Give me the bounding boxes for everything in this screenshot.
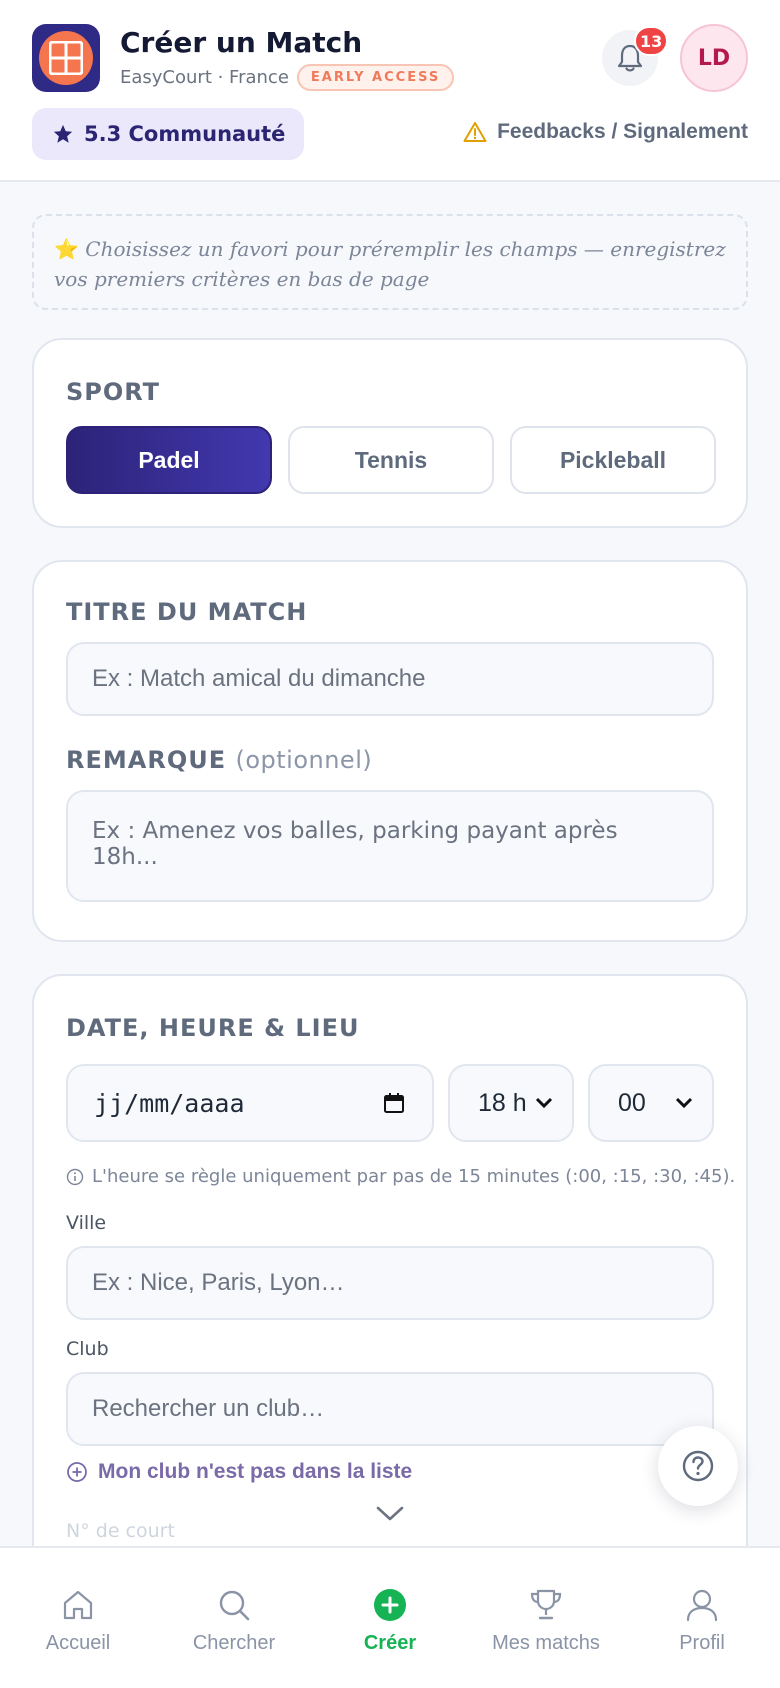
add-club-label: Mon club n'est pas dans la liste — [98, 1460, 413, 1483]
home-icon — [63, 1590, 93, 1620]
sport-option-pickleball[interactable]: Pickleball — [510, 426, 716, 494]
remark-optional-text: (optionnel) — [235, 746, 373, 774]
remark-textarea[interactable]: Ex : Amenez vos balles, parking payant a… — [66, 790, 714, 902]
subtitle-row: EasyCourt · France EARLY ACCESS — [120, 64, 455, 91]
avatar[interactable]: LD — [680, 24, 748, 92]
sport-section-title: SPORT — [66, 378, 161, 406]
search-icon — [219, 1590, 250, 1621]
question-icon — [682, 1450, 714, 1482]
plus-circle-icon — [67, 1462, 87, 1482]
hint-message: Choisissez un favori pour préremplir les… — [54, 237, 726, 291]
hour-select[interactable]: 18 h — [448, 1064, 574, 1142]
add-club-link[interactable]: Mon club n'est pas dans la liste — [66, 1460, 412, 1484]
trophy-icon — [530, 1589, 562, 1620]
info-icon — [66, 1168, 84, 1185]
date-input[interactable]: jj/mm/aaaa — [66, 1064, 434, 1142]
date-time-row: jj/mm/aaaa 18 h 00 — [66, 1064, 714, 1142]
scroll-down-chevron-icon[interactable] — [374, 1504, 406, 1524]
match-details-card: TITRE DU MATCH Ex : Match amical du dima… — [32, 560, 748, 942]
nav-item-search[interactable]: Chercher — [156, 1548, 312, 1688]
match-title-input[interactable]: Ex : Match amical du dimanche — [66, 642, 714, 716]
nav-label-search: Chercher — [192, 1632, 276, 1654]
sport-selector: Padel Tennis Pickleball — [66, 426, 716, 494]
time-step-note-text: L'heure se règle uniquement par pas de 1… — [92, 1166, 736, 1187]
nav-item-my-matches[interactable]: Mes matchs — [468, 1548, 624, 1688]
city-label: Ville — [66, 1212, 107, 1234]
hint-text: ⭐ Choisissez un favori pour préremplir l… — [54, 234, 726, 291]
warning-icon — [463, 122, 487, 142]
star-icon — [53, 124, 73, 143]
court-number-label: N° de court — [66, 1520, 175, 1542]
schedule-section-title: DATE, HEURE & LIEU — [66, 1014, 360, 1042]
sport-option-tennis[interactable]: Tennis — [288, 426, 494, 494]
sport-card: SPORT Padel Tennis Pickleball — [32, 338, 748, 528]
match-title-label: TITRE DU MATCH — [66, 598, 308, 626]
early-access-badge: EARLY ACCESS — [296, 64, 455, 91]
feedback-label: Feedbacks / Signalement — [497, 120, 748, 143]
nav-label-profile: Profil — [679, 1632, 725, 1654]
feedback-link[interactable]: Feedbacks / Signalement — [463, 120, 748, 144]
community-rating-pill[interactable]: 5.3 Communauté — [32, 108, 304, 160]
favorite-hint: ⭐ Choisissez un favori pour préremplir l… — [32, 214, 748, 310]
nav-item-profile[interactable]: Profil — [624, 1548, 780, 1688]
hour-value: 18 h — [478, 1088, 527, 1117]
star-emoji-icon: ⭐ — [54, 237, 79, 261]
notification-count-badge: 13 — [634, 26, 669, 56]
minute-value: 00 — [618, 1088, 646, 1117]
user-icon — [686, 1589, 718, 1622]
city-input[interactable]: Ex : Nice, Paris, Lyon… — [66, 1246, 714, 1320]
club-label: Club — [66, 1338, 109, 1360]
chevron-down-icon — [535, 1097, 553, 1109]
nav-item-create[interactable]: Créer — [312, 1548, 468, 1688]
app-logo — [32, 24, 100, 92]
nav-item-home[interactable]: Accueil — [0, 1548, 156, 1688]
time-step-note: L'heure se règle uniquement par pas de 1… — [66, 1166, 735, 1187]
club-search-input[interactable]: Rechercher un club… — [66, 1372, 714, 1446]
app-header: Créer un Match EasyCourt · France EARLY … — [0, 0, 780, 182]
sport-option-padel[interactable]: Padel — [66, 426, 272, 494]
remark-label: REMARQUE (optionnel) — [66, 746, 372, 774]
date-placeholder: jj/mm/aaaa — [94, 1088, 245, 1118]
plus-circle-icon — [374, 1589, 406, 1621]
calendar-icon[interactable] — [382, 1091, 406, 1115]
remark-label-text: REMARQUE — [66, 746, 227, 774]
community-label: 5.3 Communauté — [84, 122, 286, 146]
nav-label-my-matches: Mes matchs — [492, 1632, 600, 1654]
app-subtitle: EasyCourt · France — [120, 67, 289, 88]
minute-select[interactable]: 00 — [588, 1064, 714, 1142]
bottom-navigation: Accueil Chercher Créer Mes matchs Profil — [0, 1546, 780, 1688]
nav-label-create: Créer — [363, 1632, 417, 1654]
nav-label-home: Accueil — [45, 1632, 111, 1654]
chevron-down-icon — [675, 1097, 693, 1109]
help-button[interactable] — [658, 1426, 738, 1506]
page-title: Créer un Match — [120, 26, 363, 59]
